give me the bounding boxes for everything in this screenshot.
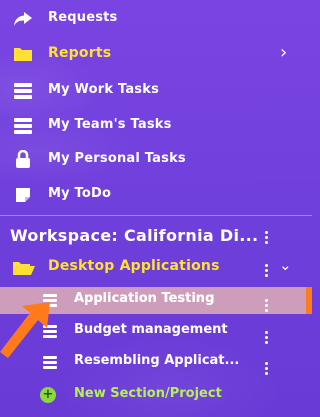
- menu-item-label: Reports: [48, 45, 112, 61]
- chevron-down-icon[interactable]: ⌄: [279, 256, 292, 274]
- menu-item-my-todo[interactable]: My ToDo: [0, 184, 312, 206]
- lock-icon: [16, 150, 30, 168]
- pointer-arrow-icon: [0, 302, 50, 358]
- folder-icon: [14, 48, 32, 61]
- menu-item-label: My ToDo: [48, 186, 112, 201]
- list-icon: [14, 83, 32, 99]
- section-label: Application Testing: [74, 291, 215, 306]
- menu-item-requests[interactable]: Requests: [0, 8, 312, 30]
- section-more-icon[interactable]: [263, 362, 269, 380]
- divider: [0, 215, 312, 216]
- list-icon: [14, 118, 32, 134]
- menu-item-label: My Personal Tasks: [48, 151, 186, 166]
- section-more-icon[interactable]: [263, 299, 269, 317]
- menu-item-my-work-tasks[interactable]: My Work Tasks: [0, 80, 312, 102]
- folder-open-icon: [13, 262, 35, 275]
- menu-item-label: My Team's Tasks: [48, 117, 172, 132]
- new-section-project[interactable]: + New Section/Project: [0, 384, 312, 406]
- project-more-icon[interactable]: [263, 264, 269, 282]
- menu-item-reports[interactable]: Reports ›: [0, 42, 312, 66]
- project-label: Desktop Applications: [48, 258, 220, 274]
- plus-glyph: +: [42, 387, 54, 402]
- share-arrow-icon: [14, 12, 32, 26]
- new-section-label: New Section/Project: [74, 386, 222, 401]
- menu-item-my-personal-tasks[interactable]: My Personal Tasks: [0, 149, 312, 171]
- workspace-more-icon[interactable]: [263, 231, 269, 249]
- menu-item-label: My Work Tasks: [48, 82, 160, 97]
- section-more-icon[interactable]: [263, 331, 269, 349]
- chevron-right-icon[interactable]: ›: [280, 42, 287, 63]
- section-label: Resembling Applicat...: [74, 353, 240, 368]
- note-icon: [16, 188, 30, 202]
- menu-item-label: Requests: [48, 10, 118, 25]
- menu-item-my-teams-tasks[interactable]: My Team's Tasks: [0, 115, 312, 137]
- plus-circle-icon: +: [40, 387, 56, 403]
- workspace-title[interactable]: Workspace: California Di...: [10, 226, 258, 245]
- section-label: Budget management: [74, 322, 228, 337]
